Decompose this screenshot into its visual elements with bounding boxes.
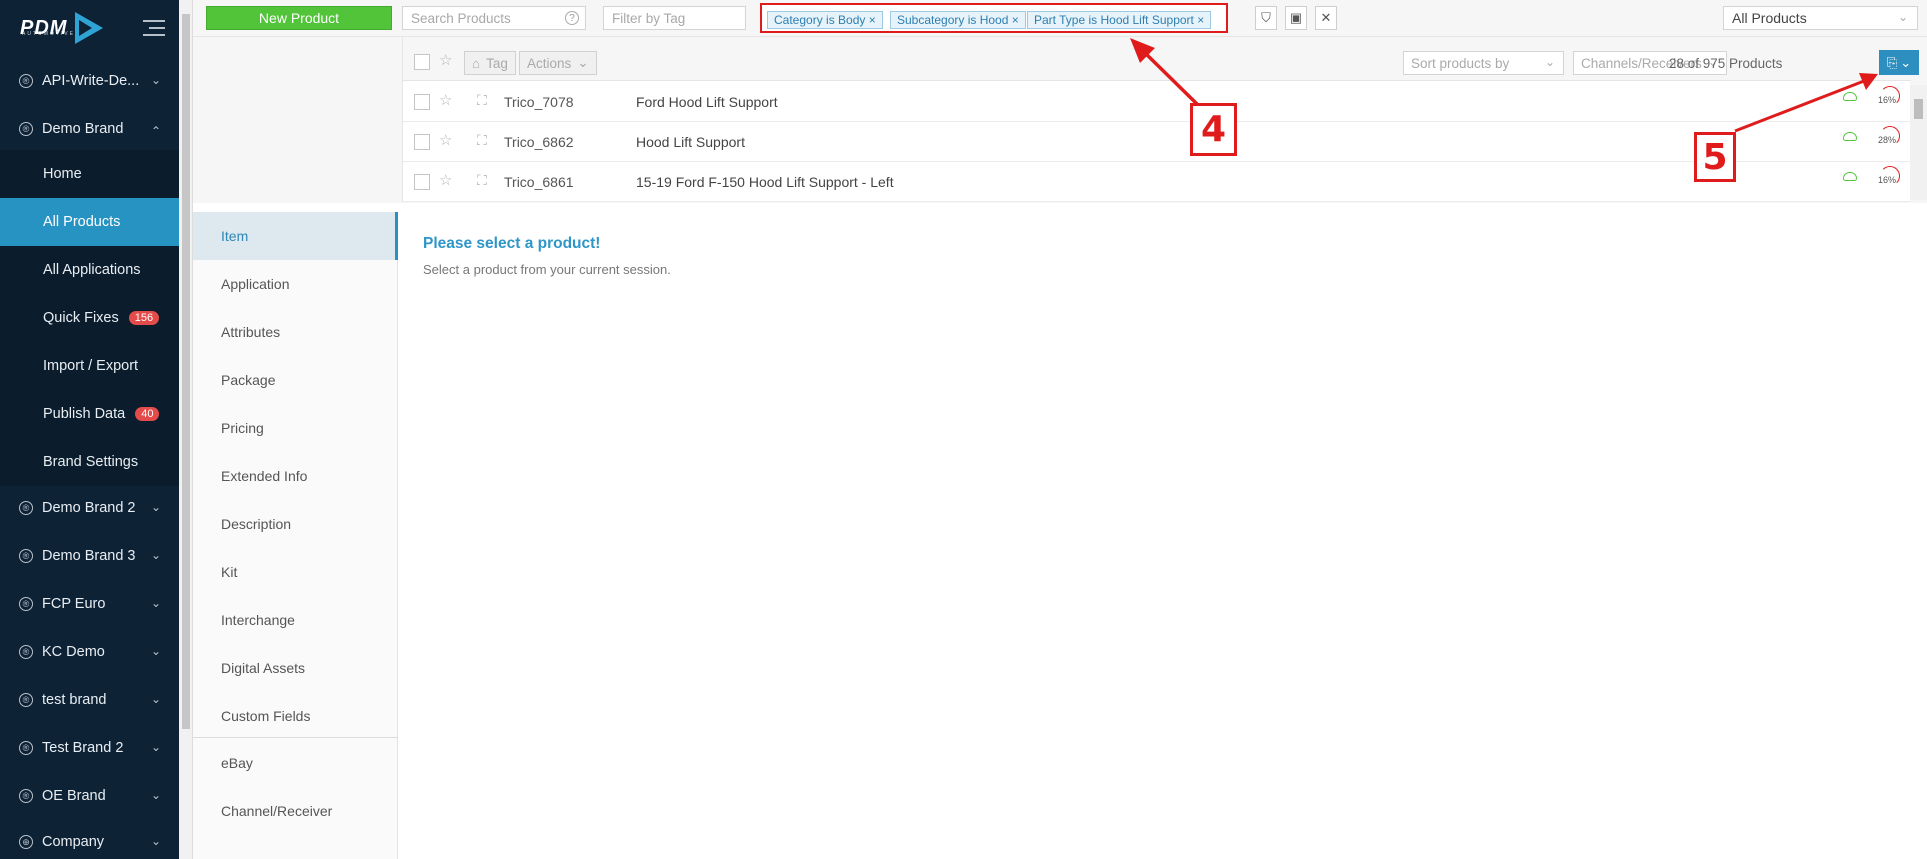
- annotation-step-5: 5: [1694, 132, 1736, 182]
- annotation-arrows: [1130, 38, 1878, 133]
- annotation-step-4: 4: [1190, 103, 1237, 156]
